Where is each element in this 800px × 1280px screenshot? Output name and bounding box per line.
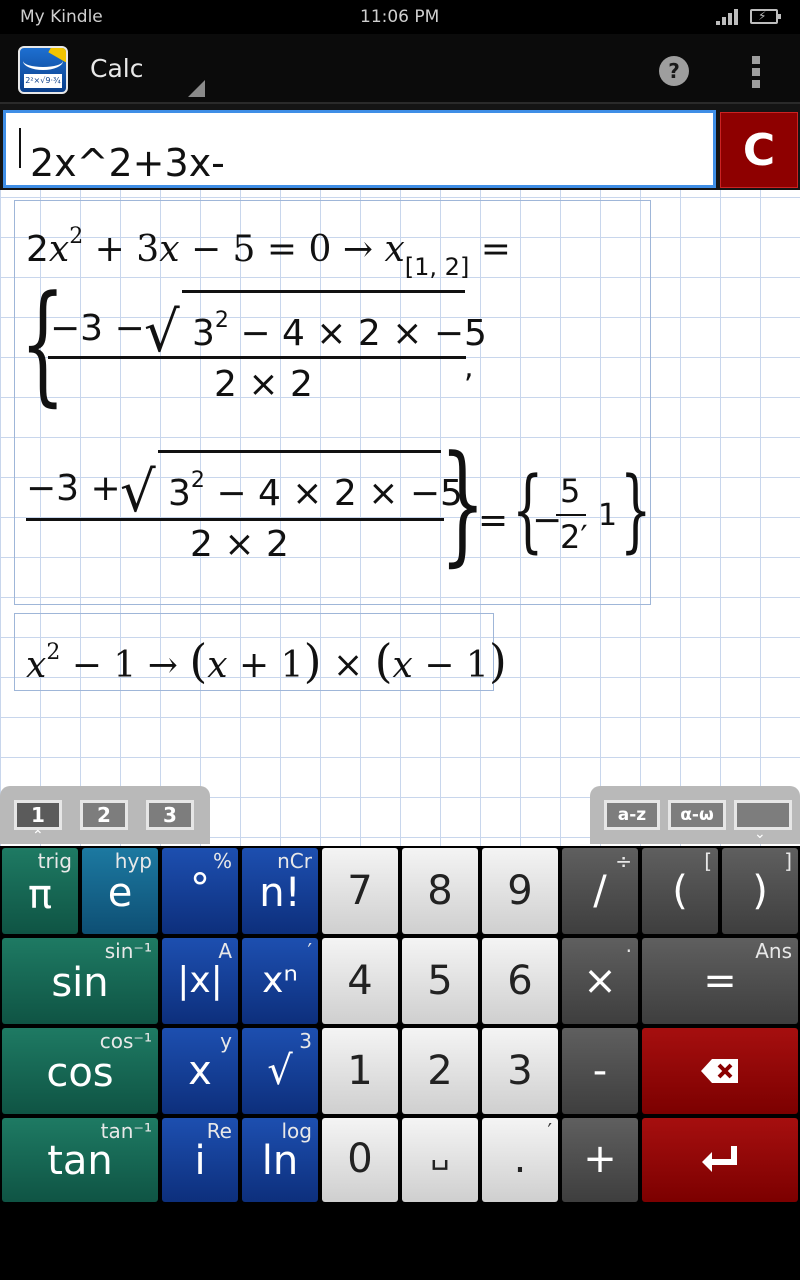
key-3[interactable]: 3 [482,1028,558,1114]
key-1[interactable]: 1 [322,1028,398,1114]
tab-page-1[interactable]: 1 [14,800,62,830]
enter-icon [702,1146,737,1172]
input-bar: 2x^2+3x-5=0 C [0,104,800,229]
key-x-variable[interactable]: yx [162,1028,238,1114]
result-one: 1 [598,498,618,533]
enter-button[interactable] [642,1118,798,1202]
help-button[interactable]: ? [659,56,689,86]
keyboard-mode-tabs: a-z α-ω keyboard ⌄ [590,786,800,844]
signal-icon [716,9,738,25]
numerator-1: −3 − [50,308,145,349]
keypad-page-tabs: 1 2 3 ⌃ [0,786,210,844]
key-sin[interactable]: sin⁻¹ sin [2,938,158,1024]
equation-line: 2x2 + 3x − 5 = 0 → x[1, 2] = [26,224,511,281]
keypad: trig π hyp e % ° nCr n! 7 8 9 ÷ / [( ]) sin⁻¹… [0,846,800,1204]
fraction-bar-1 [48,356,466,359]
radicand-2: 32 − 4 × 2 × −5 [168,468,463,514]
key-tan[interactable]: tan⁻¹ tan [2,1118,158,1202]
action-bar: 2²×√9·¾ Calc ? [0,34,800,104]
factor-line: x2 − 1 → (x + 1) × (x − 1) [26,634,507,688]
radical-icon: √ [120,460,156,525]
carrier-label: My Kindle [20,7,103,27]
right-brace-icon: } [620,458,652,563]
key-pi[interactable]: trig π [2,848,78,934]
key-0[interactable]: 0 [322,1118,398,1202]
key-6[interactable]: 6 [482,938,558,1024]
key-abs[interactable]: A |x| [162,938,238,1024]
key-7[interactable]: 7 [322,848,398,934]
tab-latin[interactable]: a-z [604,800,660,830]
denominator-1: 2 × 2 [214,364,313,405]
key-decimal[interactable]: ′. [482,1118,558,1202]
key-8[interactable]: 8 [402,848,478,934]
key-ln[interactable]: log ln [242,1118,318,1202]
key-e[interactable]: hyp e [82,848,158,934]
equals-sign: = [478,500,509,541]
key-2[interactable]: 2 [402,1028,478,1114]
backspace-icon [701,1059,738,1083]
chevron-up-icon: ⌃ [32,828,44,844]
fraction-bar-2 [26,518,444,521]
radical-bar [182,290,465,293]
key-5[interactable]: 5 [402,938,478,1024]
backspace-button[interactable] [642,1028,798,1114]
key-factorial[interactable]: nCr n! [242,848,318,934]
result-fraction-bar [556,514,586,516]
clock: 11:06 PM [360,7,440,27]
result-denominator: 2′ [560,518,588,556]
radicand-1: 32 − 4 × 2 × −5 [192,308,487,354]
tab-greek[interactable]: α-ω [668,800,726,830]
text-caret [19,128,21,168]
key-equals[interactable]: Ans = [642,938,798,1024]
dropdown-indicator-icon[interactable] [188,80,205,97]
key-9[interactable]: 9 [482,848,558,934]
key-right-paren[interactable]: ]) [722,848,798,934]
key-left-paren[interactable]: [( [642,848,718,934]
navigation-bar-area [0,1204,800,1280]
calculator-screen: My Kindle 11:06 PM ⚡ 2²×√9·¾ Calc ? 2x^2… [0,0,800,1280]
battery-icon: ⚡ [750,9,781,24]
result-minus: − [532,500,563,541]
key-cos[interactable]: cos⁻¹ cos [2,1028,158,1114]
status-bar: My Kindle 11:06 PM ⚡ [0,0,800,34]
overflow-menu-icon[interactable] [752,56,762,90]
denominator-2: 2 × 2 [190,524,289,565]
results-area[interactable]: 2x2 + 3x − 5 = 0 → x[1, 2] = { −3 − √ 32… [0,190,800,846]
key-divide[interactable]: ÷ / [562,848,638,934]
tab-page-2[interactable]: 2 [80,800,128,830]
chevron-down-icon: ⌄ [754,826,766,842]
key-minus[interactable]: - [562,1028,638,1114]
app-icon: 2²×√9·¾ [18,46,68,94]
key-degree[interactable]: % ° [162,848,238,934]
radical-bar [158,450,441,453]
key-sqrt[interactable]: 3 √ [242,1028,318,1114]
key-multiply[interactable]: · × [562,938,638,1024]
clear-button[interactable]: C [720,112,798,188]
key-4[interactable]: 4 [322,938,398,1024]
tab-page-3[interactable]: 3 [146,800,194,830]
key-power[interactable]: ′ xⁿ [242,938,318,1024]
expression-input[interactable]: 2x^2+3x-5=0 [3,110,716,229]
app-title[interactable]: Calc [90,54,143,83]
result-numerator: 5 [560,472,581,510]
key-imaginary[interactable]: Re i [162,1118,238,1202]
key-plus[interactable]: + [562,1118,638,1202]
comma: , [464,350,474,385]
key-space[interactable]: ␣ [402,1118,478,1202]
numerator-2: −3 + [26,468,121,509]
